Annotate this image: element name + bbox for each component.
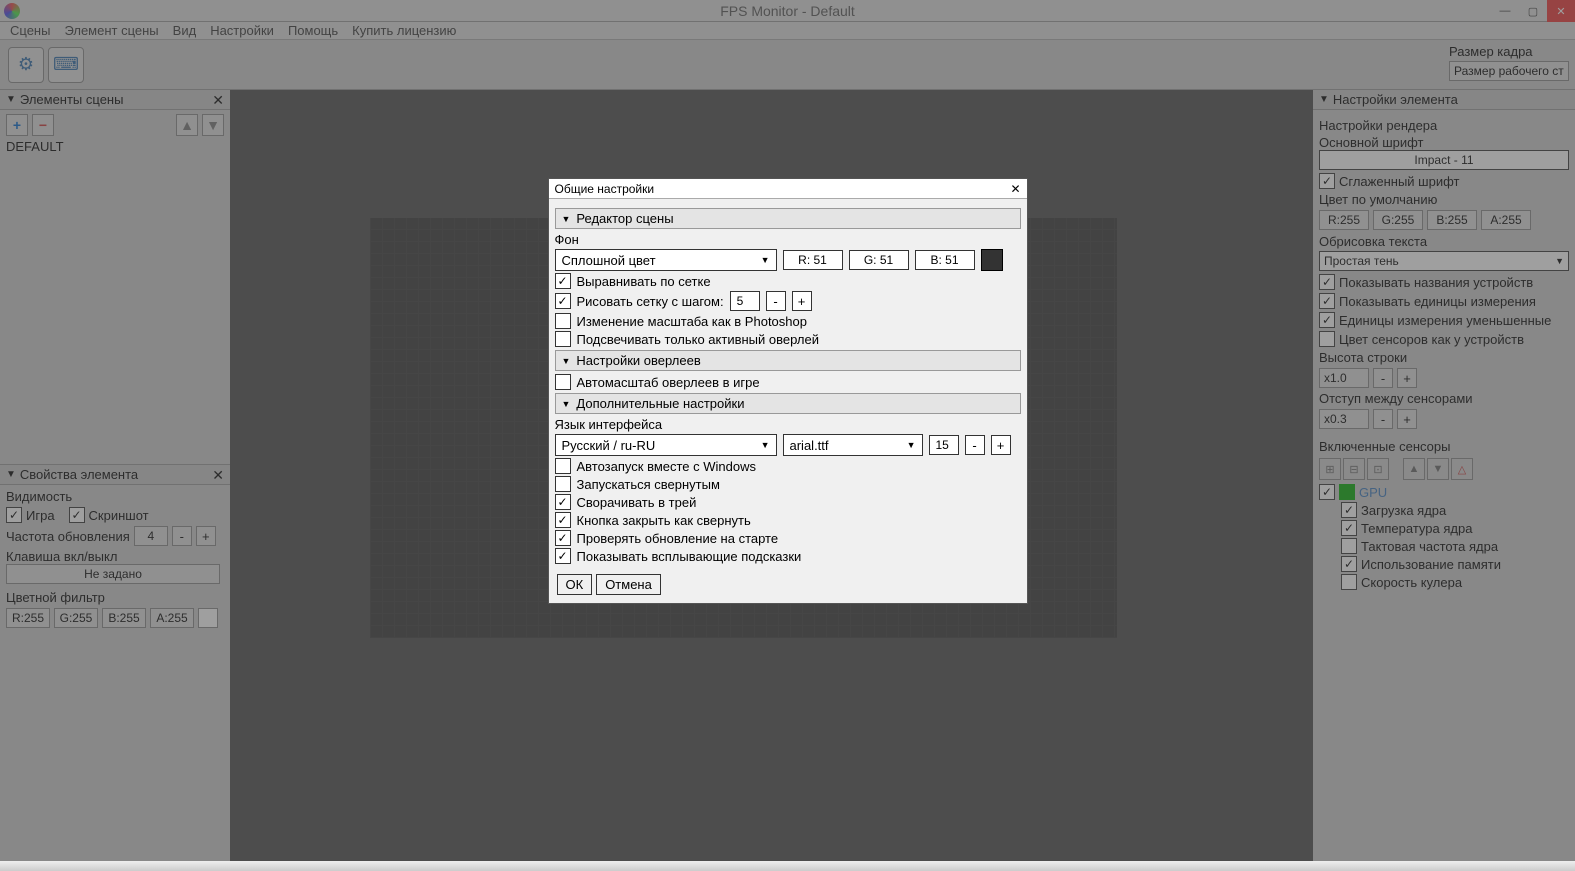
show-tooltips-label: Показывать всплывающие подсказки [577, 549, 802, 564]
section-additional[interactable]: ▼Дополнительные настройки [555, 393, 1021, 414]
grid-minus[interactable]: - [766, 291, 786, 311]
modal-overlay: Общие настройки ✕ ▼Редактор сцены Фон Сп… [0, 0, 1575, 871]
minimize-tray-label: Сворачивать в трей [577, 495, 697, 510]
bg-g-input[interactable] [849, 250, 909, 270]
draw-grid-checkbox[interactable]: ✓ [555, 293, 571, 309]
minimize-tray-checkbox[interactable]: ✓ [555, 494, 571, 510]
close-as-minimize-label: Кнопка закрыть как свернуть [577, 513, 751, 528]
bg-r-input[interactable] [783, 250, 843, 270]
settings-modal: Общие настройки ✕ ▼Редактор сцены Фон Сп… [548, 178, 1028, 604]
close-as-minimize-checkbox[interactable]: ✓ [555, 512, 571, 528]
draw-grid-label: Рисовать сетку с шагом: [577, 294, 724, 309]
grid-plus[interactable]: + [792, 291, 812, 311]
grid-step-input[interactable] [730, 291, 760, 311]
font-size-input[interactable] [929, 435, 959, 455]
section-overlay[interactable]: ▼Настройки оверлеев [555, 350, 1021, 371]
cancel-button[interactable]: Отмена [596, 574, 661, 595]
ok-button[interactable]: ОК [557, 574, 593, 595]
bg-swatch[interactable] [981, 249, 1003, 271]
modal-close-icon[interactable]: ✕ [1010, 182, 1020, 196]
section-editor[interactable]: ▼Редактор сцены [555, 208, 1021, 229]
start-minimized-checkbox[interactable] [555, 476, 571, 492]
autostart-checkbox[interactable] [555, 458, 571, 474]
highlight-active-checkbox[interactable] [555, 331, 571, 347]
highlight-active-label: Подсвечивать только активный оверлей [577, 332, 819, 347]
autoscale-checkbox[interactable] [555, 374, 571, 390]
taskbar [0, 861, 1575, 871]
photoshop-zoom-checkbox[interactable] [555, 313, 571, 329]
photoshop-zoom-label: Изменение масштаба как в Photoshop [577, 314, 807, 329]
start-minimized-label: Запускаться свернутым [577, 477, 720, 492]
bg-b-input[interactable] [915, 250, 975, 270]
font-file-select[interactable]: arial.ttf▼ [783, 434, 923, 456]
autoscale-label: Автомасштаб оверлеев в игре [577, 375, 760, 390]
modal-title: Общие настройки [555, 182, 655, 196]
check-updates-checkbox[interactable]: ✓ [555, 530, 571, 546]
show-tooltips-checkbox[interactable]: ✓ [555, 548, 571, 564]
align-grid-checkbox[interactable]: ✓ [555, 273, 571, 289]
font-plus[interactable]: + [991, 435, 1011, 455]
language-label: Язык интерфейса [555, 417, 1021, 432]
autostart-label: Автозапуск вместе с Windows [577, 459, 757, 474]
bg-label: Фон [555, 232, 1021, 247]
bg-type-select[interactable]: Сплошной цвет▼ [555, 249, 777, 271]
check-updates-label: Проверять обновление на старте [577, 531, 779, 546]
align-grid-label: Выравнивать по сетке [577, 274, 711, 289]
language-select[interactable]: Русский / ru-RU▼ [555, 434, 777, 456]
font-minus[interactable]: - [965, 435, 985, 455]
